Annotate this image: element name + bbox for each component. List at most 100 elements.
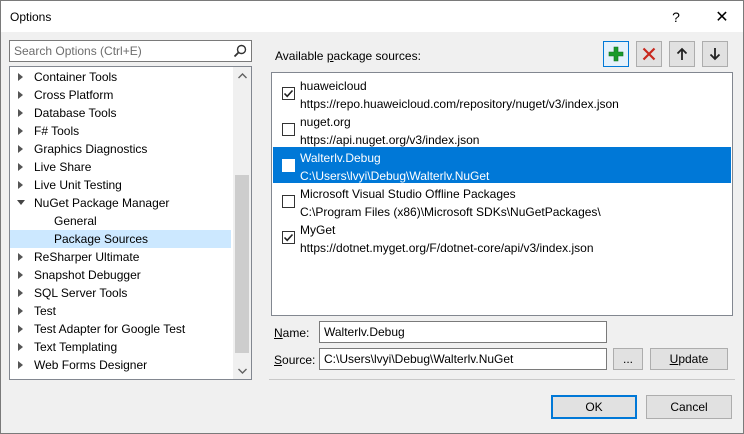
collapsed-triangle-icon[interactable]: [18, 253, 23, 261]
package-source-row[interactable]: nuget.org https://api.nuget.org/v3/index.…: [273, 111, 731, 147]
package-source-checkbox[interactable]: [282, 195, 295, 208]
collapsed-triangle-icon[interactable]: [18, 91, 23, 99]
package-source-row[interactable]: Walterlv.Debug C:\Users\lvyi\Debug\Walter…: [273, 147, 731, 183]
chevron-down-icon: [237, 368, 247, 374]
search-icon[interactable]: [233, 44, 247, 58]
package-source-name: Microsoft Visual Studio Offline Packages: [300, 187, 516, 201]
search-input[interactable]: [10, 41, 228, 61]
tree-item-label: Cross Platform: [34, 88, 114, 102]
add-source-button[interactable]: [603, 41, 629, 67]
tree-item-label: SQL Server Tools: [34, 286, 128, 300]
footer-separator: [269, 379, 735, 380]
tree-item-label: Web Forms Designer: [34, 358, 148, 372]
options-tree[interactable]: Container Tools Cross Platform Database To…: [9, 66, 252, 380]
collapsed-triangle-icon[interactable]: [18, 73, 23, 81]
package-source-checkbox[interactable]: [282, 159, 295, 172]
tree-item[interactable]: Graphics Diagnostics: [10, 140, 231, 158]
remove-source-button[interactable]: [636, 41, 662, 67]
x-icon: [642, 47, 656, 61]
package-source-name: Walterlv.Debug: [300, 151, 381, 165]
checkmark-icon: [283, 89, 294, 98]
tree-item[interactable]: Text Templating: [10, 338, 231, 356]
tree-item-label: Database Tools: [34, 106, 117, 120]
tree-item[interactable]: General: [10, 212, 231, 230]
tree-item[interactable]: ReSharper Ultimate: [10, 248, 231, 266]
collapsed-triangle-icon[interactable]: [18, 325, 23, 333]
window-title: Options: [10, 10, 52, 24]
package-source-checkbox[interactable]: [282, 123, 295, 136]
collapsed-triangle-icon[interactable]: [18, 181, 23, 189]
package-source-row[interactable]: MyGet https://dotnet.myget.org/F/dotnet-c…: [273, 219, 731, 255]
tree-item-label: Text Templating: [34, 340, 118, 354]
tree-item[interactable]: Package Sources: [10, 230, 231, 248]
tree-scrollbar[interactable]: [233, 67, 251, 379]
package-source-url: https://api.nuget.org/v3/index.json: [300, 133, 480, 147]
browse-button[interactable]: ...: [613, 348, 643, 370]
arrow-up-icon: [676, 47, 688, 60]
close-button[interactable]: ✕: [704, 5, 740, 29]
ok-button[interactable]: OK: [551, 395, 637, 419]
tree-item-label: Live Share: [34, 160, 92, 174]
tree-item[interactable]: Live Share: [10, 158, 231, 176]
tree-item-label: Live Unit Testing: [34, 178, 122, 192]
tree-item-label: Test: [34, 304, 57, 318]
tree-item[interactable]: SQL Server Tools: [10, 284, 231, 302]
expanded-triangle-icon[interactable]: [17, 200, 25, 205]
help-button[interactable]: ?: [658, 5, 694, 29]
tree-item[interactable]: Web Forms Designer: [10, 356, 231, 374]
move-down-button[interactable]: [702, 41, 728, 67]
tree-item[interactable]: Snapshot Debugger: [10, 266, 231, 284]
collapsed-triangle-icon[interactable]: [18, 127, 23, 135]
tree-item[interactable]: Database Tools: [10, 104, 231, 122]
options-dialog: Options ? ✕ Container Tools Cross Platfor…: [0, 0, 744, 434]
package-source-url: C:\Users\lvyi\Debug\Walterlv.NuGet: [300, 169, 490, 183]
search-box[interactable]: [9, 40, 252, 62]
tree-item[interactable]: Live Unit Testing: [10, 176, 231, 194]
tree-item[interactable]: Cross Platform: [10, 86, 231, 104]
update-button[interactable]: Update: [650, 348, 728, 370]
title-bar[interactable]: Options ? ✕: [1, 1, 743, 32]
package-source-checkbox[interactable]: [282, 87, 295, 100]
collapsed-triangle-icon[interactable]: [18, 361, 23, 369]
collapsed-triangle-icon[interactable]: [18, 289, 23, 297]
package-source-name: nuget.org: [300, 115, 351, 129]
tree-item[interactable]: NuGet Package Manager: [10, 194, 231, 212]
package-source-row[interactable]: Microsoft Visual Studio Offline Packages…: [273, 183, 731, 219]
collapsed-triangle-icon[interactable]: [18, 109, 23, 117]
chevron-up-icon: [237, 72, 247, 78]
package-source-name: MyGet: [300, 223, 336, 237]
collapsed-triangle-icon[interactable]: [18, 271, 23, 279]
collapsed-triangle-icon[interactable]: [18, 343, 23, 351]
source-field[interactable]: [319, 348, 607, 370]
tree-item[interactable]: Test: [10, 302, 231, 320]
collapsed-triangle-icon[interactable]: [18, 163, 23, 171]
tree-item-label: Package Sources: [54, 232, 149, 246]
collapsed-triangle-icon[interactable]: [18, 145, 23, 153]
name-field[interactable]: [319, 321, 607, 343]
tree-item[interactable]: Test Adapter for Google Test: [10, 320, 231, 338]
package-source-name: huaweicloud: [300, 79, 367, 93]
move-up-button[interactable]: [669, 41, 695, 67]
package-source-row[interactable]: huaweicloud https://repo.huaweicloud.com/…: [273, 75, 731, 111]
tree-item-label: General: [54, 214, 97, 228]
tree-item-label: NuGet Package Manager: [34, 196, 170, 210]
package-sources-list[interactable]: huaweicloud https://repo.huaweicloud.com/…: [271, 72, 733, 316]
scroll-down-button[interactable]: [233, 362, 251, 379]
tree-item-label: Snapshot Debugger: [34, 268, 141, 282]
tree-item-label: Test Adapter for Google Test: [34, 322, 186, 336]
scroll-thumb[interactable]: [235, 175, 249, 353]
package-source-checkbox[interactable]: [282, 231, 295, 244]
name-input[interactable]: [320, 322, 606, 342]
collapsed-triangle-icon[interactable]: [18, 307, 23, 315]
package-source-url: https://repo.huaweicloud.com/repository/…: [300, 97, 619, 111]
tree-item[interactable]: F# Tools: [10, 122, 231, 140]
source-label: Source:: [274, 353, 316, 367]
tree-item-label: Container Tools: [34, 70, 118, 84]
plus-icon: [608, 46, 624, 62]
tree-item[interactable]: Container Tools: [10, 68, 231, 86]
checkmark-icon: [283, 233, 294, 242]
source-input[interactable]: [320, 349, 606, 369]
tree-item-label: Graphics Diagnostics: [34, 142, 148, 156]
cancel-button[interactable]: Cancel: [646, 395, 732, 419]
scroll-up-button[interactable]: [233, 67, 251, 84]
